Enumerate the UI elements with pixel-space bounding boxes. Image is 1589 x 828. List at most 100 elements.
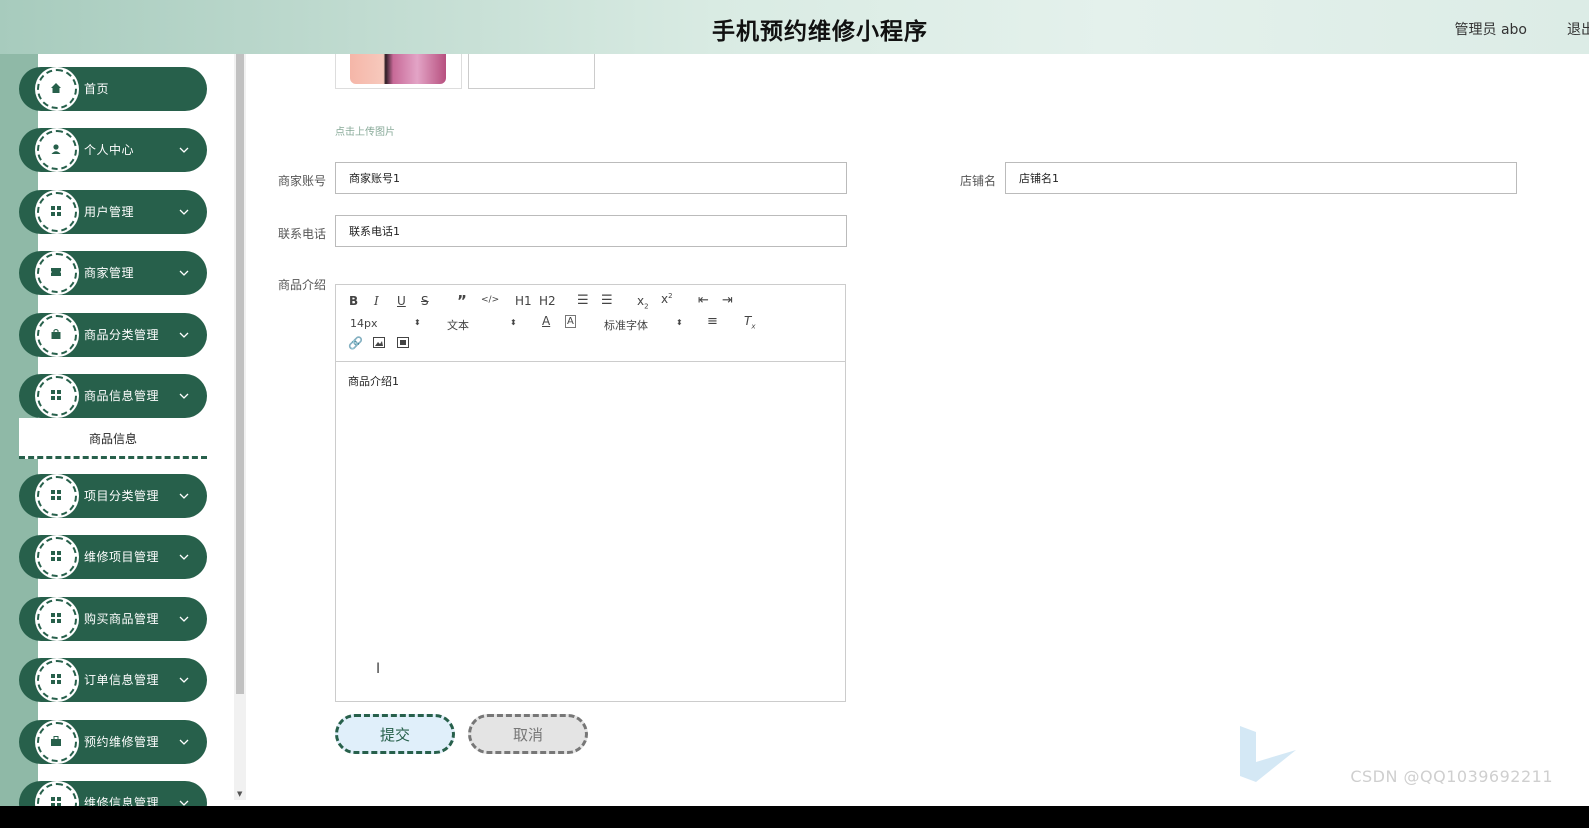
text-cursor-icon: I [376, 661, 381, 677]
main-content: 点击上传图片 商家账号 店铺名 联系电话 商品介绍 B I U S ” </> … [246, 54, 1589, 806]
scrollbar-thumb[interactable] [236, 54, 244, 694]
submenu-label: 商品信息 [88, 432, 137, 446]
image-upload-box[interactable] [468, 54, 595, 89]
chevron-down-icon [179, 205, 189, 219]
cancel-button[interactable]: 取消 [468, 714, 588, 754]
shop-name-label: 店铺名 [959, 174, 996, 188]
sidebar-item-2[interactable]: 个人中心 [19, 128, 207, 172]
sidebar-item-label: 首页 [84, 82, 110, 96]
chevron-down-icon [179, 735, 189, 749]
sidebar-item-label: 项目分类管理 [84, 489, 160, 503]
sidebar-item-label: 商家管理 [84, 266, 135, 280]
chevron-down-icon [179, 550, 189, 564]
briefcase-icon [37, 722, 77, 762]
grid-icon [37, 192, 77, 232]
clear-format-icon[interactable]: Tx [744, 314, 756, 330]
bag-icon [37, 315, 77, 355]
link-icon[interactable]: 🔗 [348, 336, 363, 350]
sidebar-item-8[interactable]: 维修项目管理 [19, 535, 207, 579]
align-icon[interactable]: ≡ [707, 314, 718, 329]
sidebar-item-10[interactable]: 订单信息管理 [19, 658, 207, 702]
editor-content[interactable]: 商品介绍1 [348, 373, 399, 389]
merchant-account-input[interactable] [335, 162, 847, 194]
sidebar-scrollbar[interactable]: ▼ [234, 54, 246, 800]
product-image-thumbnail[interactable] [335, 54, 462, 89]
ordered-list-icon[interactable]: ☰ [577, 293, 589, 308]
h1-icon[interactable]: H1 [515, 294, 532, 308]
h2-icon[interactable]: H2 [539, 294, 556, 308]
sidebar-item-label: 维修信息管理 [84, 796, 160, 806]
outdent-icon[interactable]: ⇤ [698, 293, 709, 308]
upload-hint: 点击上传图片 [335, 127, 395, 138]
sidebar-item-11[interactable]: 预约维修管理 [19, 720, 207, 764]
sidebar-item-7[interactable]: 项目分类管理 [19, 474, 207, 518]
top-header: 手机预约维修小程序 管理员 abo 退出 [0, 0, 1589, 54]
blockquote-icon[interactable]: ” [457, 292, 467, 310]
sidebar-item-label: 个人中心 [84, 143, 135, 157]
sidebar-item-9[interactable]: 购买商品管理 [19, 597, 207, 641]
scroll-down-arrow-icon[interactable]: ▼ [237, 790, 242, 798]
sidebar-item-label: 购买商品管理 [84, 612, 160, 626]
code-block-icon[interactable]: </> [481, 295, 499, 305]
font-family-arrow-icon: ⬍ [676, 318, 683, 327]
font-size-select[interactable]: 14px ⬍ [350, 317, 425, 330]
shop-name-input[interactable] [1005, 162, 1517, 194]
italic-icon[interactable]: I [374, 294, 379, 308]
user-icon [37, 130, 77, 170]
chevron-down-icon [179, 796, 189, 806]
ticket-icon [37, 253, 77, 293]
sidebar-item-4[interactable]: 商家管理 [19, 251, 207, 295]
chevron-down-icon [179, 612, 189, 626]
superscript-icon[interactable]: x2 [661, 292, 673, 306]
app-title: 手机预约维修小程序 [712, 19, 928, 45]
underline-icon[interactable]: U [397, 294, 406, 308]
sidebar-item-12[interactable]: 维修信息管理 [19, 781, 207, 806]
indent-icon[interactable]: ⇥ [722, 293, 733, 308]
player-logo-icon [1240, 726, 1296, 782]
subscript-icon[interactable]: x2 [637, 294, 649, 310]
app-window: 手机预约维修小程序 管理员 abo 退出 首页个人中心用户管理商家管理商品分类管… [0, 0, 1589, 806]
chevron-down-icon [179, 143, 189, 157]
sidebar-item-1[interactable]: 首页 [19, 67, 207, 111]
grid-icon [37, 537, 77, 577]
header-select-value: 文本 [447, 319, 469, 332]
chevron-down-icon [179, 328, 189, 342]
font-color-icon[interactable]: A [542, 314, 550, 328]
chevron-down-icon [179, 266, 189, 280]
screen-bottom-bar [0, 806, 1589, 828]
rich-text-editor[interactable]: B I U S ” </> H1 H2 ☰ ☰ x2 x2 ⇤ ⇥ 14px ⬍ [335, 284, 846, 702]
sidebar-item-label: 商品信息管理 [84, 389, 160, 403]
chevron-down-icon [179, 673, 189, 687]
editor-toolbar: B I U S ” </> H1 H2 ☰ ☰ x2 x2 ⇤ ⇥ 14px ⬍ [336, 285, 845, 362]
sidebar-item-label: 预约维修管理 [84, 735, 160, 749]
phone-label: 联系电话 [277, 227, 326, 241]
current-user: 管理员 abo [1454, 22, 1527, 38]
merchant-account-label: 商家账号 [277, 174, 326, 188]
font-size-value: 14px [350, 317, 378, 330]
bullet-list-icon[interactable]: ☰ [601, 293, 613, 308]
sidebar-item-label: 维修项目管理 [84, 550, 160, 564]
csdn-watermark: CSDN @QQ1039692211 [1350, 767, 1553, 786]
image-icon[interactable] [373, 337, 385, 351]
sidebar-item-6[interactable]: 商品信息管理 [19, 374, 207, 418]
home-icon [37, 69, 77, 109]
video-icon[interactable] [397, 337, 409, 351]
header-select[interactable]: 文本 ⬍ [447, 317, 522, 333]
grid-icon [37, 376, 77, 416]
chevron-down-icon [179, 489, 189, 503]
grid-icon [37, 783, 77, 806]
sidebar-item-3[interactable]: 用户管理 [19, 190, 207, 234]
strikethrough-icon[interactable]: S [421, 294, 429, 308]
logout-link[interactable]: 退出 [1567, 19, 1589, 39]
sidebar-item-label: 商品分类管理 [84, 328, 160, 342]
submenu-product-info[interactable]: 商品信息 [19, 418, 207, 459]
sidebar-item-5[interactable]: 商品分类管理 [19, 313, 207, 357]
font-family-select[interactable]: 标准字体 ⬍ [604, 317, 689, 333]
background-color-icon[interactable]: A [565, 315, 576, 328]
product-intro-label: 商品介绍 [277, 278, 326, 292]
bold-icon[interactable]: B [349, 294, 358, 308]
grid-icon [37, 476, 77, 516]
phone-input[interactable] [335, 215, 847, 247]
sidebar-item-label: 用户管理 [84, 205, 135, 219]
submit-button[interactable]: 提交 [335, 714, 455, 754]
